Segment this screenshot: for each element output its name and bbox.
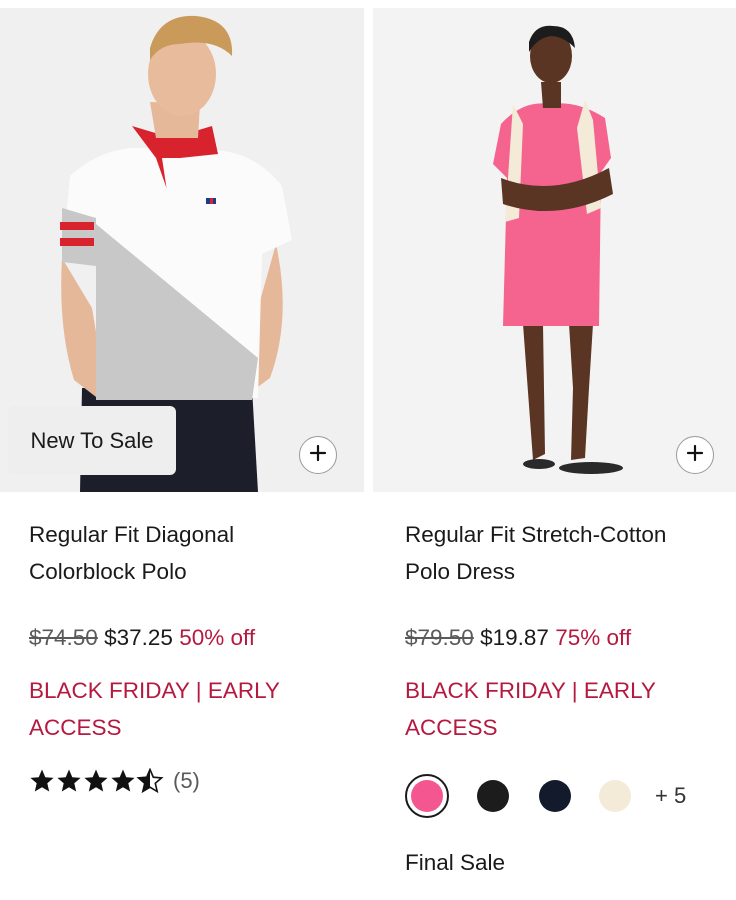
swatch-pink-selected[interactable]	[405, 774, 449, 818]
promo-line: ACCESS	[405, 715, 498, 740]
color-swatches: + 5	[405, 774, 686, 818]
product-title[interactable]: Regular Fit Diagonal Colorblock Polo	[29, 516, 349, 590]
more-colors-link[interactable]: + 5	[655, 783, 686, 809]
product-title[interactable]: Regular Fit Stretch-Cotton Polo Dress	[405, 516, 725, 590]
product-title-line: Regular Fit Stretch-Cotton	[405, 522, 667, 547]
product-image-polo[interactable]: New To Sale	[0, 8, 364, 492]
discount-label: 75% off	[555, 625, 632, 650]
original-price: $79.50	[405, 625, 474, 650]
sale-price: $19.87	[480, 625, 549, 650]
final-sale-label: Final Sale	[405, 850, 506, 875]
rating-count: (5)	[173, 768, 200, 793]
promo-label: BLACK FRIDAY | EARLY ACCESS	[29, 672, 349, 746]
swatch-cream[interactable]	[599, 780, 631, 812]
sale-price: $37.25	[104, 625, 173, 650]
price-row: $79.50 $19.87 75% off	[405, 618, 631, 658]
promo-label: BLACK FRIDAY | EARLY ACCESS	[405, 672, 725, 746]
plus-icon	[309, 444, 327, 467]
new-to-sale-badge: New To Sale	[8, 406, 176, 475]
plus-icon	[686, 444, 704, 467]
product-title-line: Colorblock Polo	[29, 559, 187, 584]
model-photo-dress	[373, 8, 736, 492]
promo-line: BLACK FRIDAY | EARLY	[29, 678, 280, 703]
swatch-color	[411, 780, 443, 812]
product-card-polo-dress[interactable]: Regular Fit Stretch-Cotton Polo Dress $7…	[373, 8, 736, 900]
price-row: $74.50 $37.25 50% off	[29, 618, 255, 658]
swatch-navy[interactable]	[539, 780, 571, 812]
promo-line: BLACK FRIDAY | EARLY	[405, 678, 656, 703]
swatch-black[interactable]	[477, 780, 509, 812]
quick-add-button[interactable]	[299, 436, 337, 474]
discount-label: 50% off	[179, 625, 256, 650]
quick-add-button[interactable]	[676, 436, 714, 474]
promo-line: ACCESS	[29, 715, 122, 740]
original-price: $74.50	[29, 625, 98, 650]
product-title-line: Regular Fit Diagonal	[29, 522, 235, 547]
product-card-diagonal-polo[interactable]: New To Sale Regular Fit Diagonal Colorbl…	[0, 8, 364, 900]
star-rating[interactable]: (5)	[29, 766, 200, 796]
product-title-line: Polo Dress	[405, 559, 516, 584]
star-icon	[30, 768, 163, 793]
product-image-dress[interactable]	[373, 8, 736, 492]
